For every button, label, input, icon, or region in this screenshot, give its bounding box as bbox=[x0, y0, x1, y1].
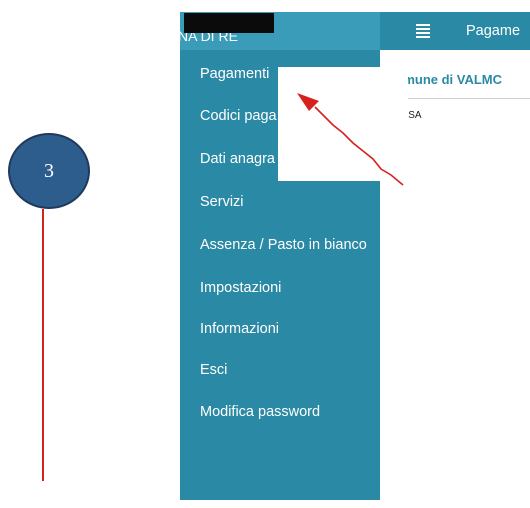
menu-item-assenza[interactable]: Assenza / Pasto in bianco bbox=[200, 237, 367, 253]
menu-item-modifica-password[interactable]: Modifica password bbox=[200, 404, 320, 420]
menu-item-pagamenti[interactable]: Pagamenti bbox=[200, 66, 269, 82]
hamburger-menu-icon[interactable] bbox=[416, 24, 430, 38]
phone-screen: Pagame Comune di VALMC MENSA NA DI RE Pa… bbox=[180, 12, 530, 500]
red-arrow-icon bbox=[297, 93, 404, 186]
drawer-header: NA DI RE bbox=[180, 12, 380, 50]
app-bar-title: Pagame bbox=[466, 23, 521, 39]
menu-item-dati-anagrafici[interactable]: Dati anagra bbox=[200, 151, 275, 167]
redaction-box bbox=[184, 13, 274, 33]
menu-item-esci[interactable]: Esci bbox=[200, 362, 227, 378]
menu-item-codici-pagamento[interactable]: Codici paga bbox=[200, 108, 277, 124]
menu-item-informazioni[interactable]: Informazioni bbox=[200, 321, 279, 337]
callout-line bbox=[42, 209, 44, 481]
menu-item-impostazioni[interactable]: Impostazioni bbox=[200, 280, 281, 296]
step-number: 3 bbox=[44, 159, 54, 182]
step-number-badge: 3 bbox=[8, 133, 90, 209]
menu-item-servizi[interactable]: Servizi bbox=[200, 194, 244, 210]
